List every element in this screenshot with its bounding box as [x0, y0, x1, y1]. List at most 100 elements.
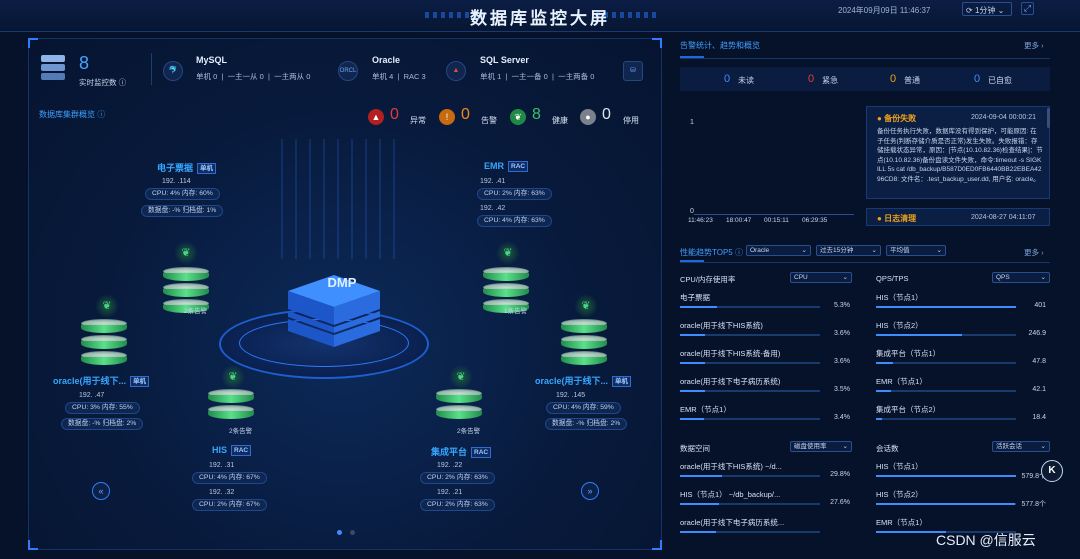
mysql-name: MySQL — [196, 55, 228, 65]
db-cylinder[interactable] — [81, 319, 127, 365]
perf-row-label: EMR（节点1） — [876, 377, 927, 386]
alert-scrollbar[interactable] — [1047, 108, 1050, 128]
node-cpu-mem-pill: CPU: 2% 内存: 63% — [420, 499, 495, 511]
chevron-down-icon: ⌄ — [842, 274, 848, 281]
perf-panel-select[interactable]: CPU ⌄ — [790, 272, 852, 283]
node-ip: 192. .145 — [556, 392, 586, 399]
mysql-stats: MySQL 单机 0 | 一主一从 0 | 一主两从 0 — [196, 55, 311, 81]
refresh-interval-value: 1分钟 — [974, 6, 996, 15]
chevron-down-icon: ⌄ — [995, 6, 1005, 15]
node-disk-pill: 数据盘: -% 归档盘: 2% — [545, 418, 628, 430]
select-value: Oracle — [750, 247, 770, 254]
alerts-more-link[interactable]: 更多 › — [1024, 40, 1044, 51]
oracle-stats: Oracle 单机 4 | RAC 3 — [372, 55, 426, 81]
chevron-down-icon: ⌄ — [936, 247, 942, 254]
cylinder-alarm-count: 2条告警 — [184, 308, 208, 315]
error-triangle-icon: ▲ — [368, 109, 384, 125]
perf-row-value: 27.6% — [830, 499, 850, 506]
perf-panel-title: 会话数 — [876, 444, 899, 453]
perf-range-select[interactable]: 过去15分钟 ⌄ — [816, 245, 881, 256]
alert-card[interactable]: ● 备份失败 2024-09-04 00:00:21 备份任务执行失败，数据库没… — [866, 106, 1050, 199]
perf-row-value: 29.8% — [830, 471, 850, 478]
perf-row-label: 电子票据 — [680, 293, 710, 302]
node-disk-pill: 数据盘: -% 归档盘: 2% — [61, 418, 144, 430]
node-ip: 192. .47 — [79, 392, 105, 399]
info-icon[interactable]: ⓘ — [119, 78, 127, 87]
info-icon[interactable]: ⓘ — [735, 248, 743, 257]
select-value: 活跃会话 — [996, 443, 1022, 450]
perf-title: 性能趋势TOP5 — [680, 248, 733, 257]
perf-panel-select[interactable]: 活跃会话 ⌄ — [992, 441, 1050, 452]
node-name-e-ticket[interactable]: 电子票据 单机 — [157, 161, 217, 175]
fullscreen-icon[interactable]: ⤢ — [1021, 2, 1034, 15]
perf-more-link[interactable]: 更多 › — [1024, 247, 1044, 258]
select-value: CPU — [794, 274, 808, 281]
perf-row-label: oracle(用于线下HIS系统) ~/d... — [680, 462, 782, 471]
perf-row-value: 18.4 — [1032, 414, 1046, 421]
node-ip: 192. .32 — [209, 489, 235, 496]
page-dot[interactable] — [350, 530, 355, 535]
normal-label: 普通 — [904, 76, 920, 85]
db-cylinder[interactable] — [436, 389, 482, 419]
perf-row-bar-fill — [680, 418, 704, 420]
node-name-emr[interactable]: EMR RAC — [484, 161, 529, 173]
perf-panel-select[interactable]: 磁盘使用率 ⌄ — [790, 441, 852, 452]
more-text: 更多 — [1024, 41, 1039, 50]
perf-row-bar-fill — [680, 362, 706, 364]
node-cpu-mem-pill: CPU: 4% 内存: 67% — [192, 472, 267, 484]
perf-agg-select[interactable]: 平均值 ⌄ — [886, 245, 946, 256]
perf-row-bar — [680, 475, 820, 477]
perf-row-bar-fill — [680, 503, 719, 505]
info-icon[interactable]: ⓘ — [97, 110, 105, 119]
perf-row-bar — [876, 334, 1016, 336]
mysql-master-two-slaves: 一主两从 0 — [274, 72, 311, 81]
self-healed-count: 0 — [974, 73, 981, 85]
floating-assistant-button[interactable]: K — [1041, 460, 1063, 482]
alert-card[interactable]: ● 日志清理 2024-08-27 04:11:07 — [866, 208, 1050, 226]
perf-panel-select[interactable]: QPS ⌄ — [992, 272, 1050, 283]
header-bar: 数据库监控大屏 2024年09月09日 11:46:37 ⟳ 1分钟 ⌄ ⤢ — [0, 0, 1080, 32]
normal-count: 0 — [890, 73, 897, 85]
node-name-oracle-right[interactable]: oracle(用于线下... 单机 — [535, 374, 632, 388]
db-cylinder[interactable] — [208, 389, 254, 419]
node-name-his[interactable]: HIS RAC — [212, 445, 252, 457]
divider — [680, 58, 1050, 59]
urgent-label: 紧急 — [822, 76, 838, 85]
db-cylinder[interactable] — [561, 319, 607, 365]
perf-row-bar — [876, 475, 1016, 477]
perf-row-bar — [876, 362, 1016, 364]
select-value: 磁盘使用率 — [794, 443, 827, 450]
watermark: CSDN @信服云 — [936, 532, 1036, 548]
chevron-down-icon: ⌄ — [842, 443, 848, 450]
trend-x-tick: 11:46:23 — [688, 217, 713, 224]
perf-row-bar-fill — [876, 334, 963, 336]
warning-icon: ● — [877, 114, 882, 123]
node-cpu-mem-pill: CPU: 2% 内存: 67% — [192, 499, 267, 511]
urgent-count: 0 — [808, 73, 815, 85]
perf-db-select[interactable]: Oracle ⌄ — [746, 245, 811, 256]
page-dot-active[interactable] — [337, 530, 342, 535]
perf-row-label: HIS（节点1） — [876, 462, 923, 471]
perf-row-bar-fill — [876, 362, 893, 364]
trend-x-tick: 18:00:47 — [726, 217, 752, 224]
perf-row-bar — [876, 503, 1016, 505]
cluster-title: 数据库集群概览 — [39, 110, 95, 119]
node-name-oracle-left[interactable]: oracle(用于线下... 单机 — [53, 374, 150, 388]
database-settings-icon[interactable]: ⛁ — [623, 61, 643, 81]
more-text: 更多 — [1024, 248, 1039, 257]
node-name-integration[interactable]: 集成平台 RAC — [431, 445, 492, 459]
dmp-label: DMP — [327, 275, 357, 290]
perf-row-value: 401 — [1034, 302, 1046, 309]
prev-page-button[interactable]: « — [92, 482, 110, 500]
perf-row-bar — [876, 390, 1016, 392]
select-value: QPS — [996, 274, 1010, 281]
refresh-interval-select[interactable]: ⟳ 1分钟 ⌄ — [962, 2, 1012, 16]
node-type-tag: RAC — [471, 447, 492, 459]
refresh-icon: ⟳ — [966, 6, 975, 15]
node-name-text: 集成平台 — [431, 447, 468, 457]
divider — [680, 262, 1050, 263]
leaf-icon: ❦ — [174, 241, 198, 265]
node-disk-pill: 数据盘: -% 归档盘: 1% — [141, 205, 224, 217]
corner-decoration — [28, 38, 38, 48]
next-page-button[interactable]: » — [581, 482, 599, 500]
